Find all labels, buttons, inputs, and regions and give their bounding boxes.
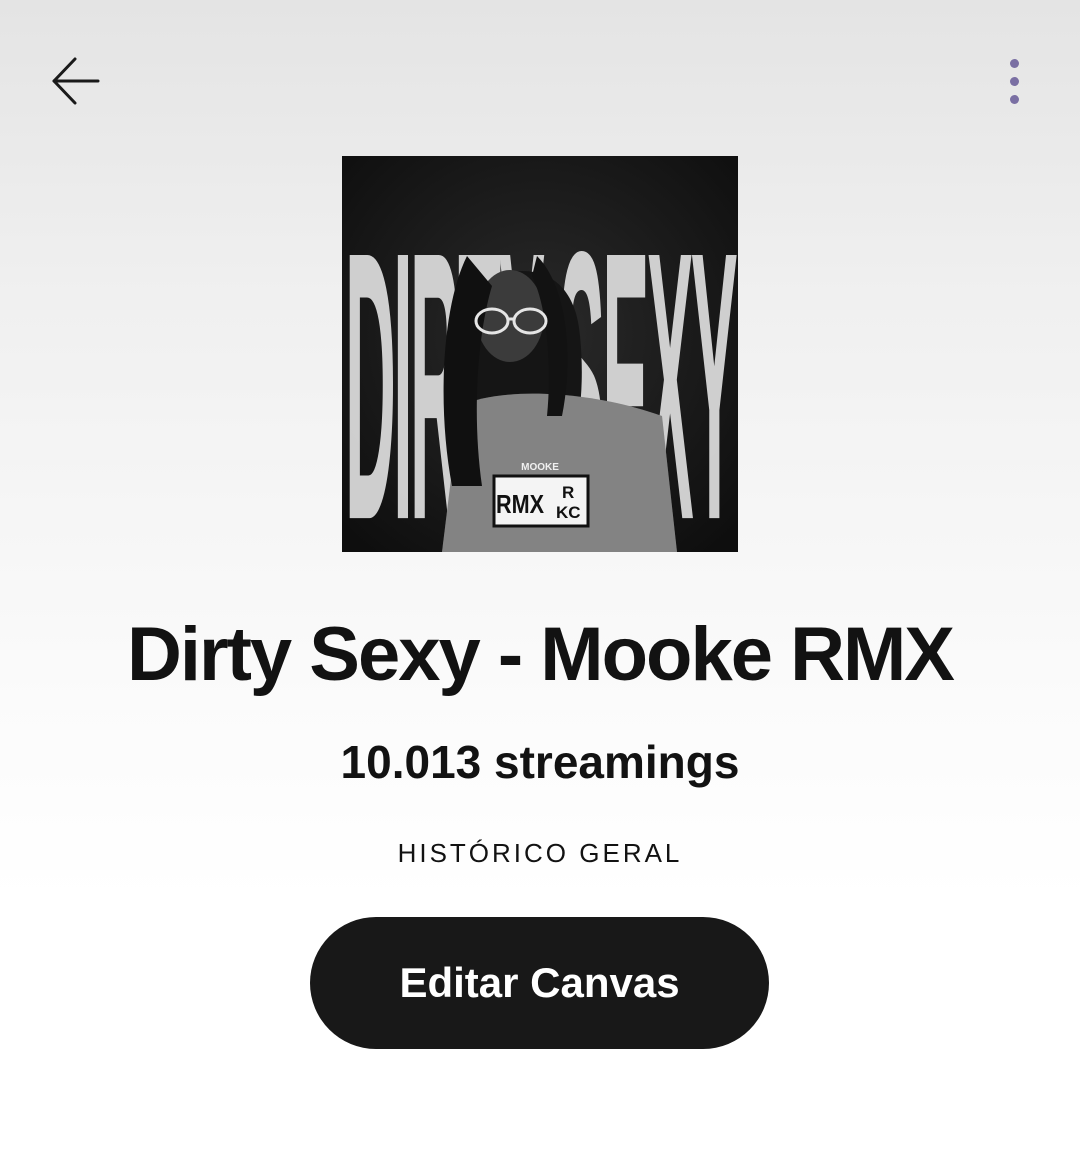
more-options-button[interactable]: [986, 45, 1042, 117]
more-dot: [1009, 94, 1019, 104]
cover-patch-left: RMX: [496, 489, 545, 519]
cover-patch: RMX R KC: [492, 474, 590, 528]
edit-canvas-button[interactable]: Editar Canvas: [310, 917, 769, 1049]
cover-shirt-brand: MOOKE: [521, 462, 559, 473]
back-button[interactable]: [40, 45, 112, 117]
cover-patch-right-bottom: KC: [556, 503, 581, 522]
stream-count: 10.013 streamings: [340, 736, 740, 788]
more-vertical-icon: [1009, 58, 1019, 68]
more-dot: [1009, 76, 1019, 86]
track-title: Dirty Sexy - Mooke RMX: [127, 612, 955, 697]
arrow-left-icon: [52, 57, 100, 105]
period-label: HISTÓRICO GERAL: [397, 838, 683, 868]
cover-patch-right-top: R: [562, 483, 574, 502]
album-cover: DIRTY SEXY MOOKE RMX R KC: [342, 156, 738, 552]
